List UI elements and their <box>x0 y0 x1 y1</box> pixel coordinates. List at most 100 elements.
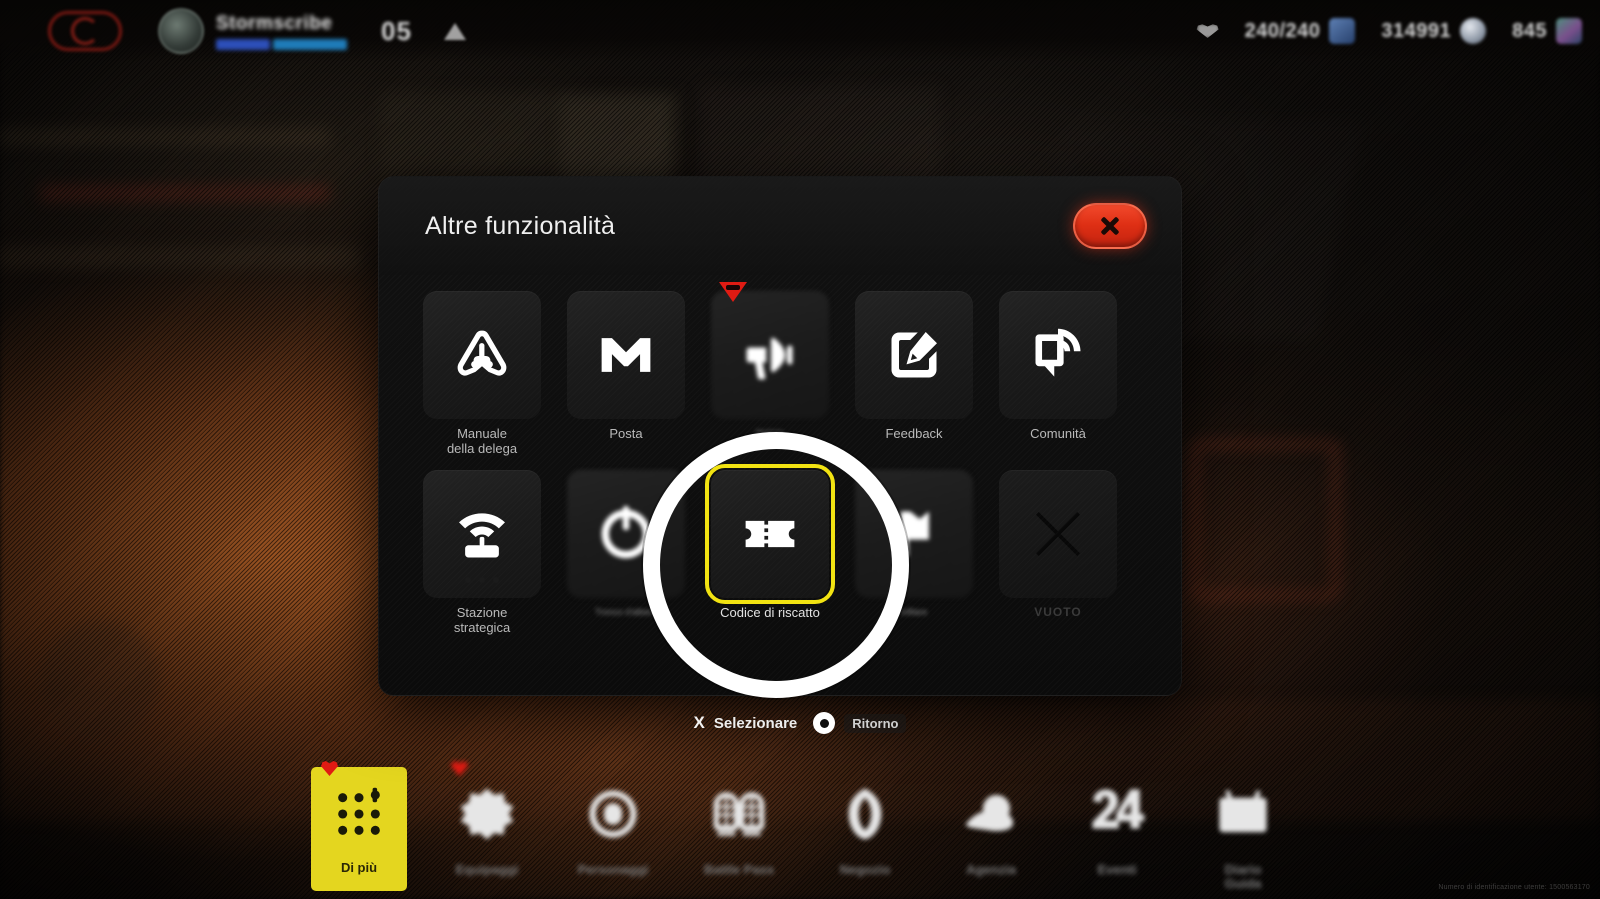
background-prop <box>560 96 670 186</box>
nav-label: Negozio <box>839 862 891 877</box>
capsule-ring-icon <box>589 790 637 838</box>
feature-tile-grid: Manuale della delega Posta Notizie Feedb… <box>379 275 1181 635</box>
top-hud-bar: Stormscribe 05 240/240 314991 845 <box>0 0 1600 62</box>
leaf-shield-icon <box>848 788 882 840</box>
game-screen: Stormscribe 05 240/240 314991 845 Altre … <box>0 0 1600 899</box>
nav-item-di-piu[interactable]: Di più <box>311 761 407 891</box>
select-hint-label: Selezionare <box>713 714 798 732</box>
tile-label: Comunità <box>1030 426 1086 441</box>
player-info[interactable]: Stormscribe <box>216 13 347 50</box>
background-prop <box>700 86 940 182</box>
nav-item-negozio[interactable]: Negozio <box>819 767 911 891</box>
tile-tronco-dalbero[interactable]: Tronco d'albero <box>567 470 685 635</box>
player-level: 05 <box>381 15 412 46</box>
resource-value: 240/240 <box>1244 19 1321 42</box>
tile-icon-box <box>711 291 829 419</box>
user-id-watermark: Numero di identificazione utente: 150056… <box>1438 884 1590 891</box>
tile-icon-box <box>705 464 835 604</box>
gem-icon <box>1556 18 1582 44</box>
game-logo-icon <box>48 11 122 51</box>
notification-badge-icon <box>719 282 747 302</box>
background-prop <box>40 185 330 201</box>
background-prop <box>1190 440 1340 600</box>
warning-triangle-icon <box>443 22 466 40</box>
notification-badge-icon <box>321 761 338 776</box>
avatar[interactable] <box>158 8 204 54</box>
tile-row: Stazione strategica Tronco d'albero Codi… <box>423 464 1137 635</box>
resource-value: 314991 <box>1381 19 1452 42</box>
tile-label: VUOTO <box>1034 605 1082 619</box>
tile-label: Codice di riscatto <box>720 605 820 620</box>
stamina-icon <box>1329 18 1356 44</box>
nav-item-diario-guida[interactable]: Diario Guida <box>1197 767 1289 891</box>
nav-item-personaggi[interactable]: Personaggi <box>567 767 659 891</box>
tile-icon-box <box>567 291 685 419</box>
heart-icon <box>1196 24 1219 38</box>
tile-infilare[interactable]: infilare <box>855 470 973 635</box>
tile-label: Manuale della delega <box>446 426 518 456</box>
nav-label: Diario Guida <box>1224 862 1262 891</box>
tile-icon-box <box>855 291 973 419</box>
power-ring-icon <box>601 505 651 559</box>
tile-icon-box <box>999 470 1117 598</box>
tile-feedback[interactable]: Feedback <box>855 291 973 456</box>
tile-icon-box <box>423 470 541 598</box>
resource-stamina[interactable]: 240/240 <box>1245 18 1356 44</box>
hint-select[interactable]: X Selezionare <box>694 713 798 733</box>
tile-icon-box <box>999 291 1117 419</box>
empty-x-icon <box>1036 512 1080 556</box>
close-icon <box>1099 215 1121 237</box>
tile-codice-di-riscatto[interactable]: Codice di riscatto <box>705 464 835 635</box>
page-title: Altre funzionalità <box>425 211 616 240</box>
tile-posta[interactable]: Posta <box>567 291 685 456</box>
tile-label: Notizie <box>756 428 784 438</box>
tile-label: Stazione strategica <box>453 605 511 635</box>
mail-m-icon <box>601 338 651 372</box>
planet-icon <box>965 794 1014 831</box>
edit-pencil-icon <box>891 332 937 378</box>
tile-notizie[interactable]: Notizie <box>711 282 829 456</box>
progress-bar-primary <box>216 38 270 50</box>
nav-item-agenzia[interactable]: Agenzia <box>945 767 1037 891</box>
tile-label: Tronco d'albero <box>595 607 657 617</box>
nav-label: Personaggi <box>577 862 649 877</box>
number-24-icon <box>1092 789 1145 829</box>
tile-icon-box <box>567 470 685 598</box>
nav-label: Battle Pass <box>703 862 775 877</box>
resource-coin[interactable]: 314991 <box>1381 18 1487 44</box>
tile-vuoto: VUOTO <box>999 470 1117 635</box>
globe-pair-icon <box>713 792 765 836</box>
tile-icon-box <box>855 470 973 598</box>
tile-row: Manuale della delega Posta Notizie Feedb… <box>423 282 1137 456</box>
dialog-header: Altre funzionalità <box>379 177 1181 275</box>
back-hint-label: Ritorno <box>844 713 907 733</box>
nav-item-eventi[interactable]: Eventi <box>1071 767 1163 891</box>
background-prop <box>0 246 360 268</box>
button-hints-bar: X Selezionare Ritorno <box>0 712 1600 734</box>
tv-color-icon <box>1219 790 1267 833</box>
resource-value: 845 <box>1512 19 1547 42</box>
tile-stazione-strategica[interactable]: Stazione strategica <box>423 470 541 635</box>
nav-item-battle-pass[interactable]: Battle Pass <box>693 767 785 891</box>
background-prop <box>0 128 330 146</box>
resource-gem[interactable]: 845 <box>1512 18 1582 44</box>
progress-bar-secondary <box>273 38 347 50</box>
tile-label: Posta <box>609 426 643 441</box>
grid-dots-icon <box>338 787 380 835</box>
tile-manuale-della-delega[interactable]: Manuale della delega <box>423 291 541 456</box>
hint-back[interactable]: Ritorno <box>813 712 907 734</box>
pen-nib-triangle-icon <box>457 330 507 376</box>
nav-item-equipaggi[interactable]: Equipaggi <box>441 761 533 891</box>
nav-label: Agenzia <box>966 862 1016 877</box>
select-button-glyph: X <box>693 713 705 732</box>
tile-comunita[interactable]: Comunità <box>999 291 1117 456</box>
coin-icon <box>1460 18 1487 44</box>
tile-label: infilare <box>900 607 928 617</box>
tile-icon-box <box>423 291 541 419</box>
gear-moon-icon <box>460 788 514 840</box>
close-button[interactable] <box>1073 203 1147 249</box>
nav-label: Di più <box>340 860 378 875</box>
bottom-navigation-bar: Di più Equipaggi Personaggi Battle Pass … <box>0 759 1600 899</box>
flag-icon <box>900 511 929 557</box>
megaphone-icon <box>746 337 793 380</box>
